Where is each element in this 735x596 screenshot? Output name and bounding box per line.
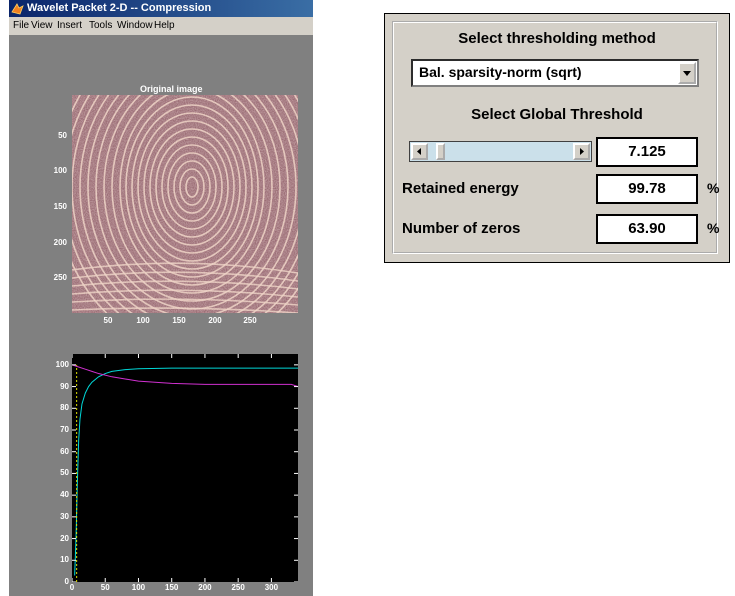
menu-insert[interactable]: Insert	[57, 17, 82, 35]
energy-label: Retained energy	[402, 180, 519, 197]
slider-thumb[interactable]	[435, 143, 445, 160]
image-xtick: 50	[103, 316, 113, 325]
arrow-right-icon[interactable]	[573, 143, 590, 160]
plot-ytick-label: 90	[60, 381, 69, 391]
image-xtick: 200	[208, 316, 222, 325]
zeros-percent: %	[707, 220, 720, 236]
energy-percent: %	[707, 180, 720, 196]
series-line-0	[74, 367, 298, 576]
fingerprint-image	[72, 95, 298, 313]
menu-help[interactable]: Help	[154, 17, 175, 35]
menu-tools[interactable]: Tools	[89, 17, 112, 35]
image-ytick: 50	[58, 131, 67, 140]
plot-xtick-label: 0	[69, 583, 75, 592]
plot-ytick-label: 10	[60, 555, 69, 565]
compression-plot	[72, 354, 298, 582]
plot-xtick-label: 250	[231, 583, 245, 592]
image-ytick: 100	[53, 166, 67, 175]
threshold-title: Select Global Threshold	[471, 106, 643, 123]
figure-window: Wavelet Packet 2-D -- Compression File V…	[9, 0, 313, 596]
method-title: Select thresholding method	[458, 30, 656, 47]
image-ytick: 200	[53, 238, 67, 247]
plot-ytick-label: 100	[55, 359, 69, 369]
image-xtick: 250	[243, 316, 257, 325]
image-ytick: 250	[53, 273, 67, 282]
threshold-panel: Select thresholding method Bal. sparsity…	[384, 13, 730, 263]
plot-ytick-label: 60	[60, 446, 69, 456]
threshold-slider[interactable]	[409, 141, 592, 162]
plot-xtick-label: 100	[131, 583, 146, 592]
plot-xtick-label: 300	[264, 583, 279, 592]
plot-xtick-label: 200	[198, 583, 212, 592]
plot-ytick-label: 40	[60, 490, 69, 500]
matlab-icon	[11, 3, 24, 15]
menu-view[interactable]: View	[31, 17, 53, 35]
method-value: Bal. sparsity-norm (sqrt)	[419, 64, 582, 80]
image-xtick: 150	[172, 316, 186, 325]
plot-xtick-label: 50	[100, 583, 110, 592]
chevron-down-icon[interactable]	[678, 62, 696, 84]
plot-ytick-label: 80	[60, 403, 69, 413]
window-titlebar[interactable]: Wavelet Packet 2-D -- Compression	[9, 0, 313, 17]
menu-window[interactable]: Window	[117, 17, 153, 35]
energy-value: 99.78	[596, 174, 698, 204]
menu-bar: File View Insert Tools Window Help	[9, 17, 313, 35]
plot-ytick-label: 30	[60, 511, 69, 521]
plot-ytick-label: 50	[60, 468, 69, 478]
image-ytick: 150	[53, 202, 67, 211]
window-title: Wavelet Packet 2-D -- Compression	[27, 2, 212, 14]
zeros-label: Number of zeros	[402, 220, 521, 237]
plot-xtick-label: 150	[165, 583, 179, 592]
image-title: Original image	[140, 84, 203, 94]
zeros-value: 63.90	[596, 214, 698, 244]
arrow-left-icon[interactable]	[411, 143, 428, 160]
method-dropdown[interactable]: Bal. sparsity-norm (sqrt)	[411, 59, 699, 87]
threshold-input[interactable]: 7.125	[596, 137, 698, 167]
menu-file[interactable]: File	[13, 17, 29, 35]
plot-ytick-label: 70	[60, 425, 69, 434]
image-xtick: 100	[136, 316, 150, 325]
plot-ytick-label: 20	[60, 533, 69, 543]
